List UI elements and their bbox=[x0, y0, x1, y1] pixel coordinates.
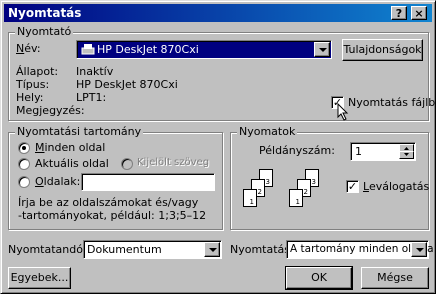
print-dialog: Nyomtatás ? × Nyomtató Név: HP DeskJet 8… bbox=[0, 0, 436, 294]
type-label: Típus: bbox=[16, 78, 50, 91]
spinner-down-icon[interactable] bbox=[399, 151, 414, 159]
where-label: Hely: bbox=[16, 91, 44, 104]
ok-button-label: OK bbox=[311, 271, 327, 284]
print-what-label: Nyomtatandó: bbox=[8, 243, 87, 256]
printer-icon bbox=[81, 43, 95, 58]
pages-input[interactable] bbox=[81, 173, 215, 191]
options-button[interactable]: Egyebek... bbox=[8, 267, 71, 289]
print-range-group: Nyomtatási tartomány Minden oldal Aktuál… bbox=[8, 125, 223, 230]
mouse-cursor-icon bbox=[337, 102, 349, 124]
copies-group-label: Nyomatok bbox=[237, 125, 298, 138]
collate-stack-1-icon: 3 2 1 bbox=[243, 169, 283, 217]
print-to-file-label[interactable]: Nyomtatás fájlba bbox=[348, 96, 436, 109]
where-value: LPT1: bbox=[76, 91, 107, 104]
range-current-radio[interactable] bbox=[18, 158, 30, 170]
print-what-value: Dokumentum bbox=[87, 243, 162, 256]
copies-group: Nyomatok Példányszám: 1 3 2 1 3 2 1 ✓ Le… bbox=[230, 125, 429, 230]
range-current-label[interactable]: Aktuális oldal bbox=[35, 157, 109, 170]
title-bar: Nyomtatás ? × bbox=[4, 4, 432, 22]
printer-name-label: Név: bbox=[16, 42, 41, 55]
range-selection-label: Kijelölt szöveg bbox=[137, 157, 210, 168]
stack1-page-1: 1 bbox=[243, 189, 257, 207]
chevron-down-icon[interactable] bbox=[204, 242, 220, 257]
printer-name-value: HP DeskJet 870Cxi bbox=[97, 43, 199, 56]
range-pages-radio[interactable] bbox=[18, 176, 30, 188]
printer-group-label: Nyomtató bbox=[15, 25, 74, 38]
chevron-down-icon[interactable] bbox=[411, 242, 427, 257]
collate-checkbox[interactable]: ✓ bbox=[346, 180, 359, 193]
options-button-label: Egyebek... bbox=[10, 271, 69, 284]
printer-group: Nyomtató Név: HP DeskJet 870Cxi Tulajdon… bbox=[8, 25, 436, 124]
print-label: Nyomtatás: bbox=[230, 243, 294, 256]
range-pages-label[interactable]: Oldalak: bbox=[35, 175, 80, 188]
copies-count-value: 1 bbox=[355, 145, 362, 158]
stack2-page-1: 1 bbox=[289, 189, 303, 207]
properties-button[interactable]: Tulajdonságok bbox=[342, 39, 423, 61]
comment-label: Megjegyzés: bbox=[16, 104, 85, 117]
copies-spinner[interactable]: 1 bbox=[350, 142, 416, 161]
status-label: Állapot: bbox=[16, 65, 59, 78]
cancel-button-label: Mégse bbox=[377, 271, 413, 284]
print-range-group-label: Nyomtatási tartomány bbox=[15, 125, 144, 138]
print-combo[interactable]: A tartomány minden oldala bbox=[286, 240, 434, 259]
dialog-title: Nyomtatás bbox=[8, 6, 82, 20]
collate-label[interactable]: Leválogatás bbox=[363, 180, 429, 193]
properties-button-label: Tulajdonságok bbox=[343, 43, 422, 56]
printer-name-combo[interactable]: HP DeskJet 870Cxi bbox=[76, 40, 332, 59]
chevron-down-icon[interactable] bbox=[314, 42, 330, 57]
range-hint: Írja be az oldalszámokat és/vagy -tartom… bbox=[18, 196, 207, 222]
collate-stack-2-icon: 3 2 1 bbox=[289, 169, 329, 217]
copies-count-label: Példányszám: bbox=[259, 144, 335, 157]
range-all-label[interactable]: Minden oldal bbox=[35, 141, 105, 154]
range-selection-radio bbox=[121, 158, 133, 170]
close-button[interactable]: × bbox=[411, 6, 427, 20]
print-what-combo[interactable]: Dokumentum bbox=[83, 240, 222, 259]
cancel-button[interactable]: Mégse bbox=[361, 267, 429, 289]
type-value: HP DeskJet 870Cxi bbox=[76, 78, 178, 91]
help-button[interactable]: ? bbox=[391, 6, 407, 20]
ok-button[interactable]: OK bbox=[285, 266, 353, 290]
range-all-radio[interactable] bbox=[18, 142, 30, 154]
status-value: Inaktív bbox=[76, 65, 114, 78]
